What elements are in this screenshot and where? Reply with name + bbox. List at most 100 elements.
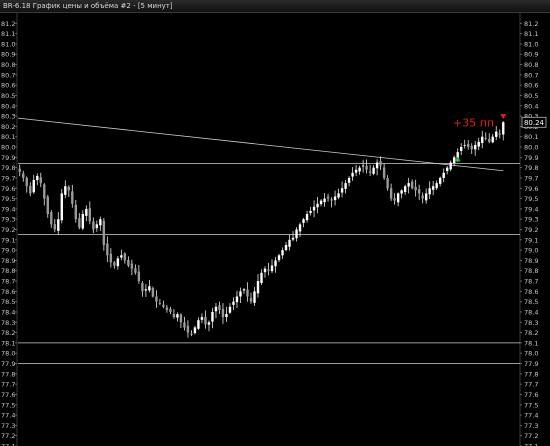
candle-body xyxy=(438,177,442,184)
candle-body xyxy=(88,208,92,222)
candle-body xyxy=(246,289,249,297)
candle-body xyxy=(211,311,214,322)
left-axis-tick-label: 80.3 xyxy=(1,113,15,121)
right-axis-tick-label: 77.5 xyxy=(524,401,538,409)
right-axis-tick-label: 77.2 xyxy=(524,432,538,440)
candle-body xyxy=(39,177,42,184)
candle-body xyxy=(85,208,88,216)
right-axis-tick-label: 81.0 xyxy=(524,40,538,48)
candle-body xyxy=(92,221,95,230)
left-axis-tick-label: 78.5 xyxy=(1,298,15,306)
candle-body xyxy=(190,333,193,335)
left-axis-tick-label: 81.1 xyxy=(1,30,15,38)
left-axis-tick-label: 77.5 xyxy=(1,401,15,409)
candle-body xyxy=(270,265,274,272)
right-axis-tick-label: 79.7 xyxy=(524,174,538,182)
candle-body xyxy=(109,253,113,263)
candle-body xyxy=(316,203,319,208)
right-axis-tick-label: 80.7 xyxy=(524,71,538,79)
right-axis-tick-label: 78.2 xyxy=(524,329,538,337)
candle-body xyxy=(43,184,46,199)
candle-body xyxy=(319,200,323,205)
candle-body xyxy=(137,271,141,282)
candle-body xyxy=(291,237,295,240)
left-axis-tick-label: 80.0 xyxy=(1,144,15,152)
left-axis-tick-label: 79.6 xyxy=(1,185,15,193)
candle-body xyxy=(491,136,494,143)
candle-body xyxy=(474,144,477,150)
left-axis-tick-label: 80.8 xyxy=(1,61,15,69)
right-axis-tick-label: 77.4 xyxy=(524,412,538,420)
candle-body xyxy=(498,133,501,135)
left-axis-tick-label: 77.8 xyxy=(1,370,15,378)
candle-body xyxy=(488,138,491,142)
candle-body xyxy=(134,268,137,273)
right-axis-tick-label: 77.9 xyxy=(524,360,538,368)
candle-body xyxy=(337,193,340,198)
candle-body xyxy=(372,167,375,174)
candle-body xyxy=(407,183,410,187)
candle-body xyxy=(256,281,260,294)
candle-body xyxy=(424,193,428,201)
candle-body xyxy=(228,306,232,313)
right-axis-tick-label: 78.1 xyxy=(524,339,538,347)
candle-body xyxy=(32,180,35,193)
candle-body xyxy=(470,145,473,150)
left-axis-tick-label: 77.7 xyxy=(1,381,15,389)
right-axis-tick-label: 78.3 xyxy=(524,319,538,327)
candle-body xyxy=(214,306,218,312)
candle-body xyxy=(281,250,284,256)
right-axis-tick-label: 80.0 xyxy=(524,144,538,152)
candle-body xyxy=(218,305,221,310)
candle-body xyxy=(295,229,298,239)
candle-body xyxy=(113,262,116,266)
left-axis-tick-label: 78.9 xyxy=(1,257,15,265)
candle-body xyxy=(64,186,67,195)
candle-body xyxy=(347,177,351,183)
left-axis-tick-label: 79.1 xyxy=(1,236,15,244)
candle-body xyxy=(158,303,162,304)
window-title-bar: BR-6.18 График цены и объёма #2 - [5 мин… xyxy=(0,0,550,13)
price-chart[interactable]: 81.2 81.1 81.0 80.9 80.8 80.7 80.6 80.5 80.4 80.3… xyxy=(0,13,550,446)
candle-body xyxy=(81,214,85,229)
candle-body xyxy=(151,288,155,297)
candle-body xyxy=(389,188,393,199)
candle-body xyxy=(358,167,361,172)
left-axis-tick-label: 79.9 xyxy=(1,154,15,162)
left-axis-tick-label: 78.1 xyxy=(1,339,15,347)
candle-body xyxy=(22,173,25,178)
candle-body xyxy=(449,162,452,170)
left-axis-tick-label: 80.9 xyxy=(1,51,15,59)
right-axis-tick-label: 79.4 xyxy=(524,205,538,213)
candle-body xyxy=(410,181,414,189)
candle-body xyxy=(207,322,211,325)
candle-body xyxy=(123,253,127,261)
candle-body xyxy=(25,177,28,187)
candle-body xyxy=(495,131,498,137)
candle-body xyxy=(368,171,372,173)
candle-body xyxy=(463,144,466,146)
candle-body xyxy=(183,322,186,328)
candle-body xyxy=(382,167,386,178)
right-axis-tick-label: 79.5 xyxy=(524,195,538,203)
right-axis-tick-label: 77.3 xyxy=(524,422,538,430)
right-axis-tick-label: 80.4 xyxy=(524,102,538,110)
candle-body xyxy=(481,136,484,144)
left-axis-ticks: 81.2 81.1 81.0 80.9 80.8 80.7 80.6 80.5 80.4 80.3… xyxy=(1,20,17,446)
last-price-marker: 80.24 xyxy=(521,116,547,128)
candle-body xyxy=(298,224,302,232)
right-axis-tick-label: 79.6 xyxy=(524,185,538,193)
candle-body xyxy=(225,314,228,317)
candle-body xyxy=(106,243,109,256)
candle-body xyxy=(431,186,435,190)
candle-body xyxy=(197,320,200,329)
candle-body xyxy=(169,308,172,312)
left-axis-tick-label: 80.2 xyxy=(1,123,15,131)
right-axis-tick-label: 79.9 xyxy=(524,154,538,162)
candle-body xyxy=(148,286,151,291)
candle-body xyxy=(414,186,417,191)
left-axis-tick-label: 78.8 xyxy=(1,267,15,275)
left-axis-tick-label: 79.8 xyxy=(1,164,15,172)
right-axis-tick-label: 79.2 xyxy=(524,226,538,234)
candle-body xyxy=(200,317,204,320)
